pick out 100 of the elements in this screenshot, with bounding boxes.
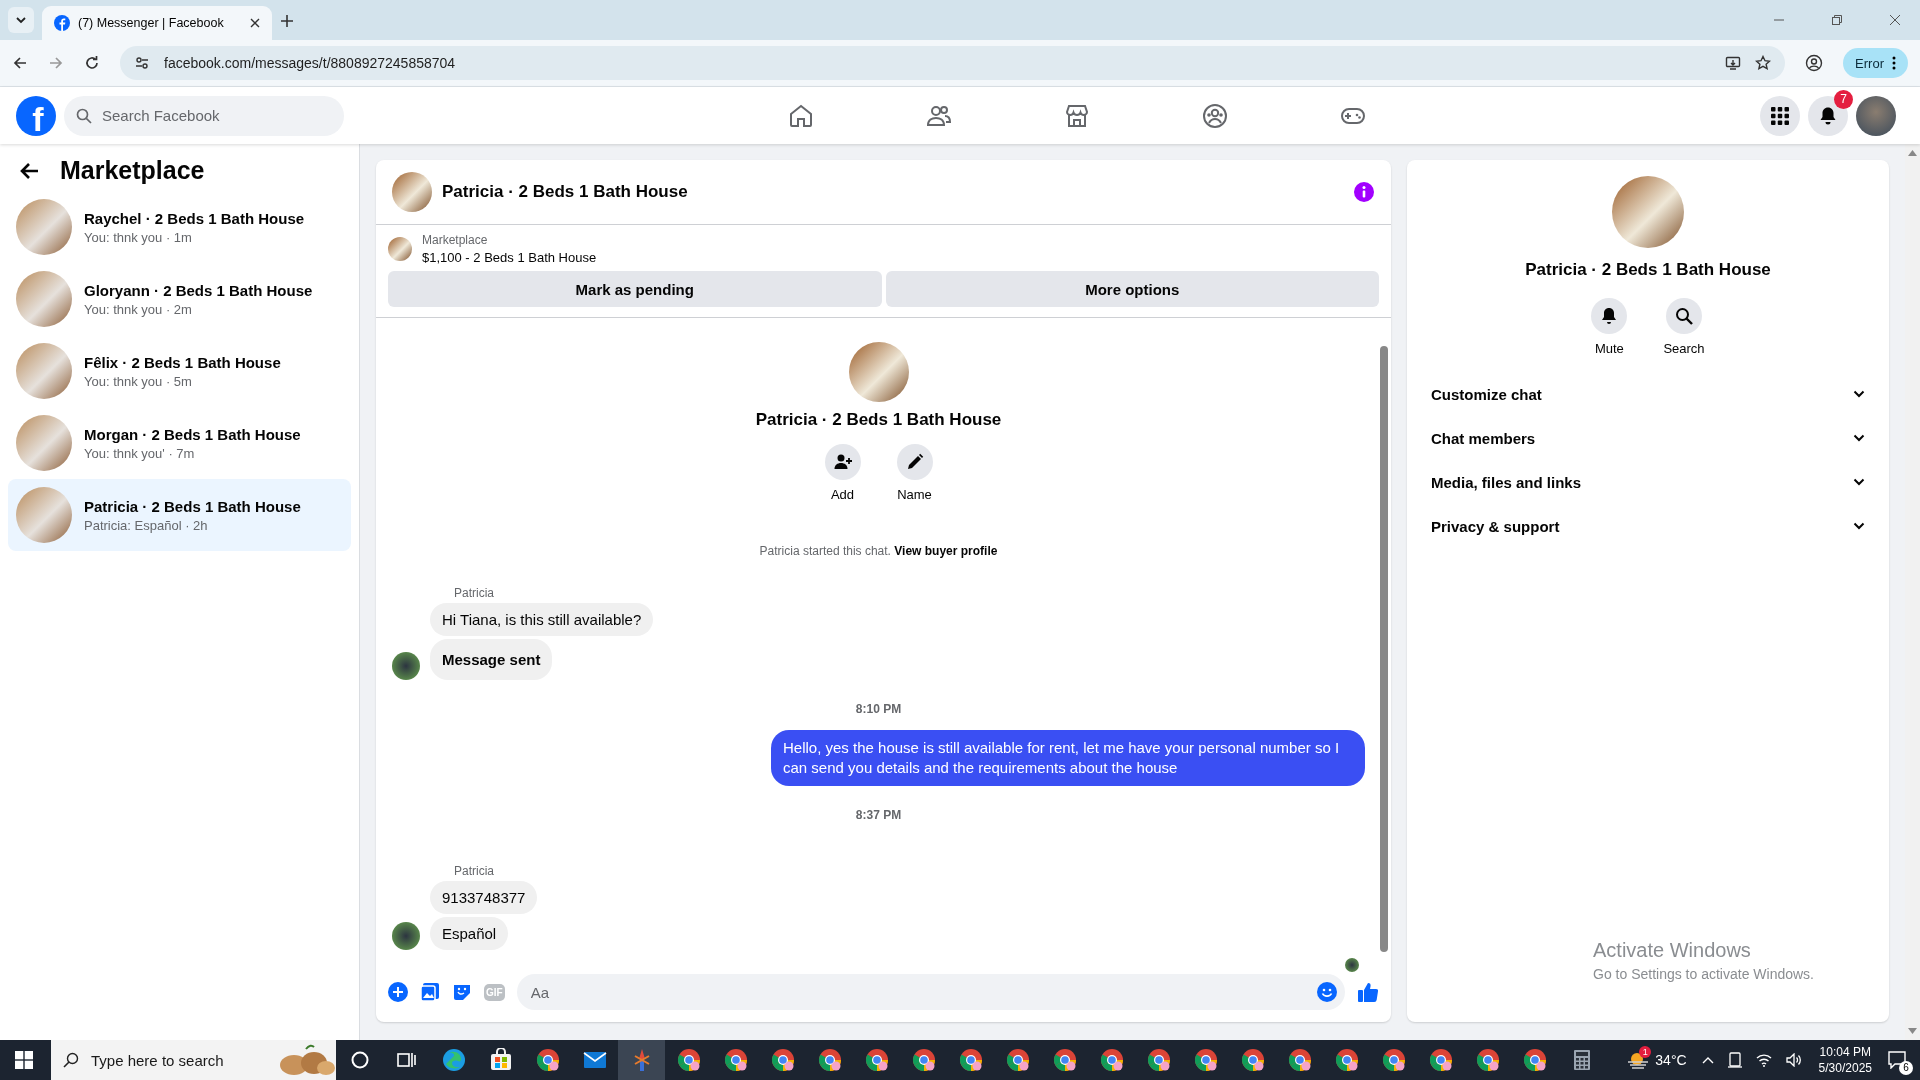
sticker-icon[interactable] [452, 982, 472, 1002]
conversation-item[interactable]: Patricia · 2 Beds 1 Bath House Patricia: Español · 2h [8, 479, 351, 551]
facebook-logo[interactable]: f [16, 95, 56, 136]
windows-start-icon[interactable] [15, 1051, 33, 1069]
info-icon[interactable] [1353, 181, 1375, 203]
notification-count-badge: 6 [1899, 1061, 1913, 1075]
message-input[interactable]: Aa [516, 974, 1345, 1010]
action-label: Add [830, 487, 855, 502]
back-arrow-icon[interactable] [20, 160, 40, 181]
menu-button[interactable] [1760, 95, 1800, 136]
chat-started-notice: Patricia started this chat. View buyer profile [758, 544, 999, 558]
conversation-preview: You: thnk you · 5m [84, 373, 193, 389]
conversation-item[interactable]: Fêlix · 2 Beds 1 Bath House You: thnk you · 5m [8, 335, 351, 407]
plus-circle-icon[interactable] [388, 982, 408, 1002]
sender-name: Patricia [454, 864, 495, 878]
pencil-icon [905, 453, 924, 471]
edge-icon [441, 1048, 466, 1072]
add-person-button[interactable] [824, 444, 861, 480]
details-name: Patricia · 2 Beds 1 Bath House [1525, 260, 1771, 280]
temperature-text: 34°C [1655, 1052, 1687, 1068]
new-tab-icon[interactable] [280, 14, 294, 28]
home-icon[interactable] [788, 102, 814, 129]
details-section[interactable]: Customize chat [1423, 372, 1873, 416]
scroll-up-arrow-icon[interactable] [1908, 150, 1917, 156]
chevron-icon [1853, 522, 1865, 530]
taskbar-search-input[interactable]: Type here to search [89, 1050, 266, 1070]
close-icon[interactable] [250, 18, 260, 28]
chat-profile-name: Patricia · 2 Beds 1 Bath House [755, 410, 1002, 430]
storefront-icon[interactable] [1064, 102, 1090, 129]
search-icon [1675, 307, 1693, 325]
listing-price[interactable]: $1,100 - 2 Beds 1 Bath House [422, 250, 597, 265]
site-settings-icon[interactable] [134, 55, 150, 71]
account-avatar[interactable] [1856, 95, 1896, 136]
message-timestamp: 8:37 PM [854, 808, 903, 822]
incoming-message: 9133748377 [430, 881, 538, 914]
action-label: Name [897, 487, 932, 502]
conversation-item[interactable]: Morgan · 2 Beds 1 Bath House You: thnk you' · 7m [8, 407, 351, 479]
view-buyer-profile-link[interactable]: View buyer profile [894, 544, 998, 558]
weather-alert-badge: 1 [1639, 1046, 1652, 1058]
photo-placeholder [16, 199, 72, 255]
speaker-icon[interactable] [1785, 1053, 1802, 1067]
photo-placeholder [16, 487, 72, 543]
chevron-up-icon[interactable] [1701, 1056, 1714, 1064]
profile-error-button[interactable]: Error [1843, 48, 1908, 78]
scroll-down-arrow-icon[interactable] [1908, 1028, 1917, 1034]
chrome-icon [1334, 1048, 1359, 1072]
wifi-icon[interactable] [1755, 1053, 1772, 1067]
restore-icon[interactable] [1831, 14, 1843, 26]
conversation-preview: You: thnk you · 2m [84, 301, 193, 317]
chrome-icon [1381, 1048, 1406, 1072]
conversation-name: Patricia · 2 Beds 1 Bath House [84, 497, 301, 515]
listing-action-button[interactable]: Mark as pending [388, 271, 882, 307]
clock[interactable]: 10:04 PM 5/30/2025 [1818, 1045, 1872, 1075]
listing-label: Marketplace [422, 233, 489, 247]
circle-icon [350, 1051, 369, 1069]
chat-title[interactable]: Patricia · 2 Beds 1 Bath House [442, 182, 688, 202]
task-view-icon [396, 1051, 417, 1069]
message-text-input[interactable]: Aa [528, 982, 1317, 1002]
chrome-icon [1522, 1048, 1547, 1072]
groups-icon[interactable] [1202, 102, 1228, 129]
forward-arrow-icon[interactable] [48, 55, 64, 71]
details-section[interactable]: Privacy & support [1423, 504, 1873, 548]
mute-button[interactable] [1591, 298, 1628, 334]
close-icon[interactable] [1889, 14, 1901, 26]
clock-date: 5/30/2025 [1818, 1061, 1872, 1075]
reload-icon[interactable] [84, 55, 100, 71]
browser-tab[interactable]: (7) Messenger | Facebook [42, 6, 272, 40]
chrome-icon [1099, 1048, 1124, 1072]
install-app-icon[interactable] [1725, 55, 1742, 71]
search-button[interactable] [1666, 298, 1702, 334]
image-icon[interactable] [420, 982, 440, 1002]
chrome-icon [723, 1048, 748, 1072]
photo-placeholder [392, 172, 432, 212]
sender-avatar [392, 922, 420, 950]
back-arrow-icon[interactable] [12, 55, 28, 71]
details-section[interactable]: Chat members [1423, 416, 1873, 460]
more-icon [1892, 56, 1896, 70]
conversation-name: Gloryann · 2 Beds 1 Bath House [84, 281, 313, 299]
chrome-icon [535, 1048, 560, 1072]
listing-action-button[interactable]: More options [885, 271, 1379, 307]
search-field[interactable]: Search Facebook [64, 95, 344, 136]
bookmark-star-icon[interactable] [1755, 55, 1772, 71]
profile-icon[interactable] [1805, 54, 1824, 72]
chrome-icon [1240, 1048, 1265, 1072]
notifications-button[interactable] [1808, 95, 1848, 136]
emoji-icon[interactable] [1317, 982, 1337, 1002]
details-section[interactable]: Media, files and links [1423, 460, 1873, 504]
edit-name-button[interactable] [896, 444, 933, 480]
taskbar-search-field[interactable]: Type here to search [51, 1040, 336, 1080]
page-scrollbar[interactable] [1905, 144, 1920, 1040]
tablet-icon[interactable] [1727, 1052, 1742, 1068]
action-label: Search [1663, 341, 1705, 356]
tab-list-button[interactable] [8, 7, 34, 33]
address-bar[interactable]: facebook.com/messages/t/8808927245858704 [120, 46, 1786, 80]
thumbs-up-icon[interactable] [1357, 981, 1379, 1003]
activation-title: Activate Windows [1593, 939, 1752, 962]
search-input[interactable]: Search Facebook [100, 106, 332, 125]
conversation-item[interactable]: Raychel · 2 Beds 1 Bath House You: thnk you · 1m [8, 191, 351, 263]
conversation-item[interactable]: Gloryann · 2 Beds 1 Bath House You: thnk you · 2m [8, 263, 351, 335]
incoming-message: Message sent [430, 639, 553, 680]
